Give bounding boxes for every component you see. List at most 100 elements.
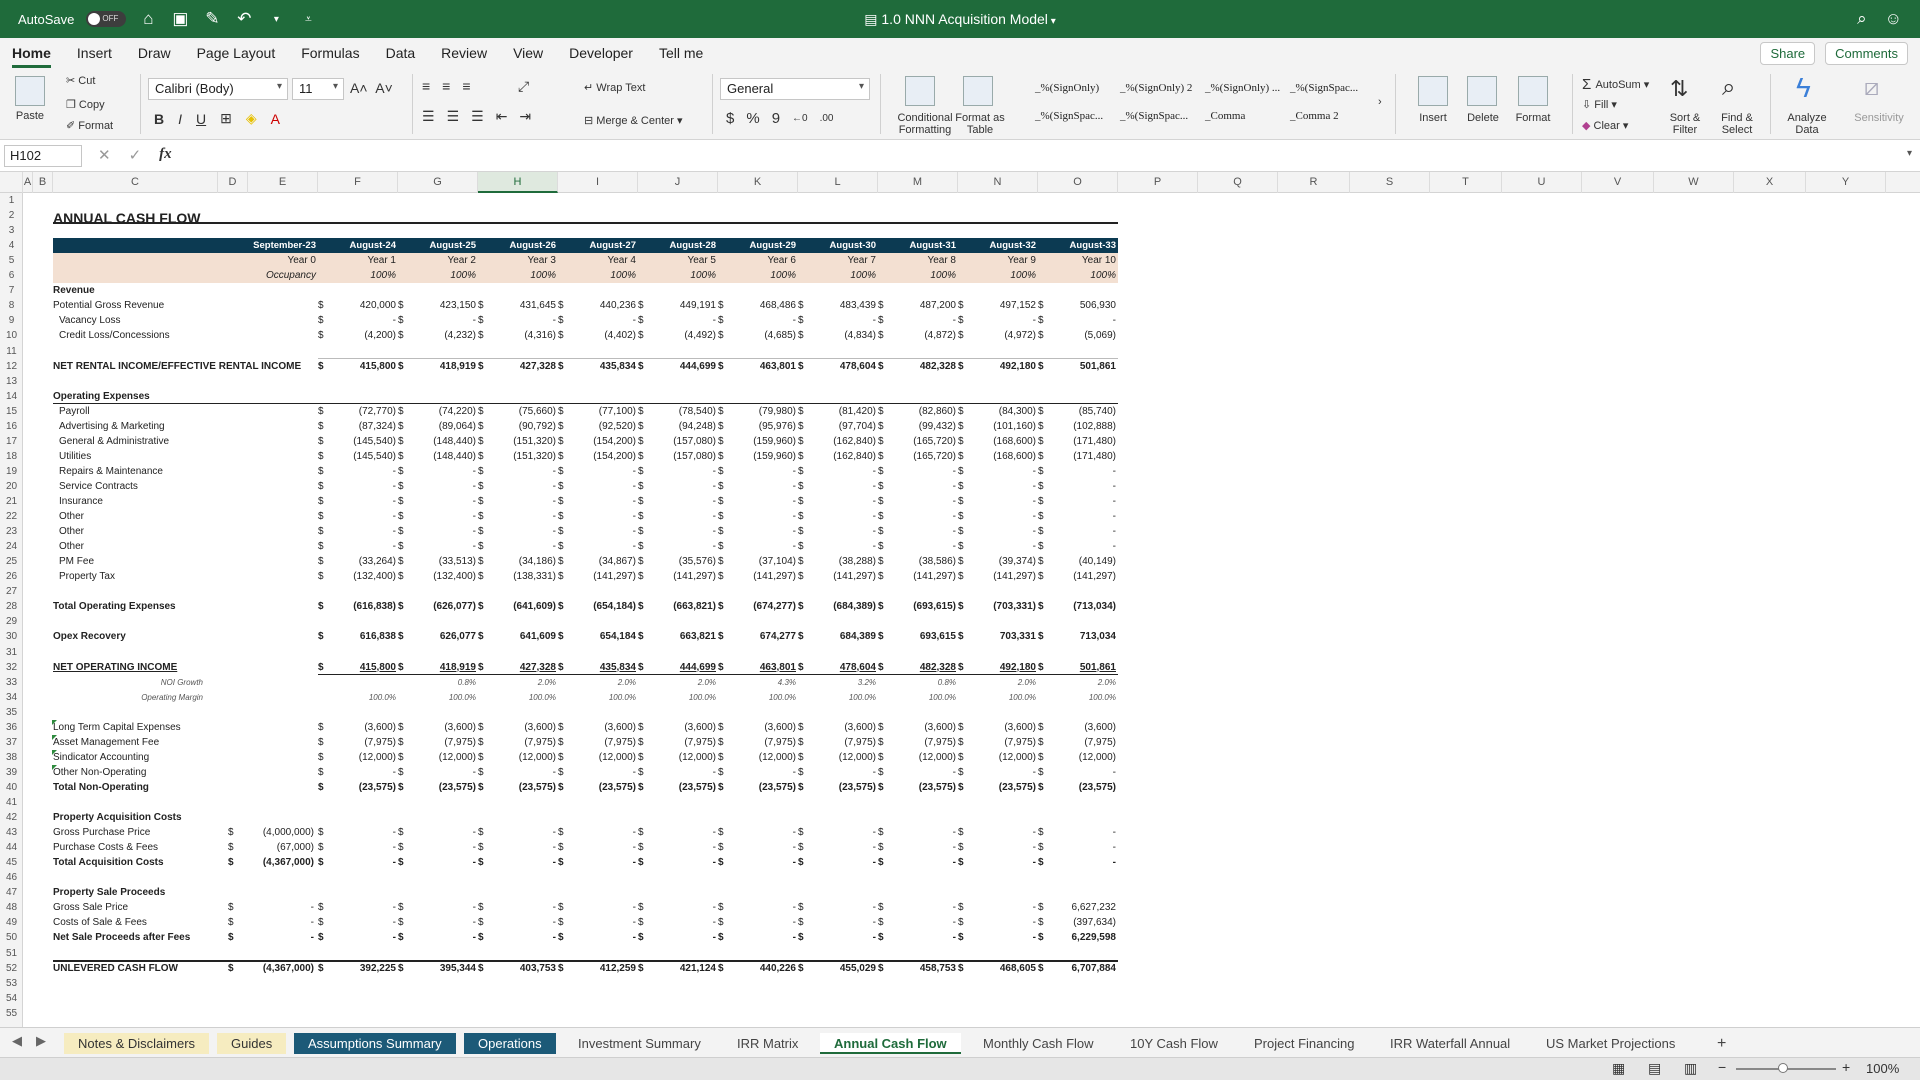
- tab-draw[interactable]: Draw: [138, 38, 171, 68]
- scroll-right-icon[interactable]: ▶: [36, 1033, 46, 1049]
- column-header-B[interactable]: B: [33, 172, 53, 193]
- worksheet-grid[interactable]: ANNUAL CASH FLOW September-23 Year 0 August…: [23, 193, 1920, 1027]
- row-header[interactable]: 34: [0, 690, 23, 705]
- merge-center-button[interactable]: ⊟ Merge & Center ▾: [584, 114, 683, 128]
- row-header[interactable]: 38: [0, 750, 23, 765]
- row-header[interactable]: 46: [0, 870, 23, 885]
- row-header[interactable]: 14: [0, 389, 23, 404]
- row-header[interactable]: 44: [0, 840, 23, 855]
- copy-button[interactable]: ❐ Copy: [66, 98, 105, 112]
- row-header[interactable]: 55: [0, 1006, 23, 1021]
- horizontal-align-group[interactable]: ☰ ☰ ☰ ⇤ ⇥: [422, 108, 531, 125]
- row-header[interactable]: 53: [0, 976, 23, 991]
- row-header[interactable]: 28: [0, 599, 23, 614]
- row-header[interactable]: 13: [0, 374, 23, 389]
- insert-cells-icon[interactable]: [1418, 76, 1448, 106]
- number-format-select[interactable]: General: [720, 78, 870, 100]
- sheet-tab-irr-waterfall-annual[interactable]: IRR Waterfall Annual: [1376, 1033, 1524, 1054]
- tab-view[interactable]: View: [513, 38, 543, 68]
- column-header-D[interactable]: D: [218, 172, 248, 193]
- fill-button[interactable]: ⇩ Fill ▾: [1582, 98, 1617, 112]
- column-header-R[interactable]: R: [1278, 172, 1350, 193]
- row-header[interactable]: 25: [0, 554, 23, 569]
- column-header-Y[interactable]: Y: [1806, 172, 1886, 193]
- row-header[interactable]: 10: [0, 328, 23, 343]
- page-layout-view-icon[interactable]: ▤: [1648, 1060, 1661, 1077]
- cell-style-item[interactable]: _%(SignOnly): [1035, 82, 1099, 94]
- cell-style-item[interactable]: _%(SignSpac...: [1120, 110, 1188, 122]
- sheet-tab-annual-cash-flow[interactable]: Annual Cash Flow: [820, 1033, 961, 1054]
- row-header[interactable]: 21: [0, 494, 23, 509]
- cell-style-item[interactable]: _%(SignSpac...: [1290, 82, 1358, 94]
- confirm-icon[interactable]: ✓: [129, 146, 142, 164]
- format-painter-button[interactable]: ✐ Format: [66, 119, 113, 133]
- paste-button[interactable]: Paste: [10, 110, 50, 122]
- column-header-U[interactable]: U: [1502, 172, 1582, 193]
- find-select-button[interactable]: Find & Select: [1712, 112, 1762, 136]
- sheet-tab-10y-cash-flow[interactable]: 10Y Cash Flow: [1116, 1033, 1232, 1054]
- cell-style-item[interactable]: _%(SignOnly) ...: [1205, 82, 1280, 94]
- normal-view-icon[interactable]: ▦: [1612, 1060, 1625, 1077]
- add-sheet-button[interactable]: +: [1703, 1033, 1740, 1054]
- format-cells-icon[interactable]: [1518, 76, 1548, 106]
- chevron-down-icon[interactable]: ▾: [1048, 16, 1056, 27]
- column-header-A[interactable]: A: [23, 172, 33, 193]
- row-header[interactable]: 18: [0, 449, 23, 464]
- row-header[interactable]: 33: [0, 675, 23, 690]
- row-header[interactable]: 49: [0, 915, 23, 930]
- row-header[interactable]: 30: [0, 629, 23, 644]
- row-header[interactable]: 27: [0, 584, 23, 599]
- cut-button[interactable]: ✂ Cut: [66, 74, 95, 88]
- format-button[interactable]: Format: [1508, 112, 1558, 124]
- sheet-tab-assumptions-summary[interactable]: Assumptions Summary: [294, 1033, 456, 1054]
- row-header[interactable]: 37: [0, 735, 23, 750]
- row-header[interactable]: 35: [0, 705, 23, 720]
- row-header[interactable]: 54: [0, 991, 23, 1006]
- sort-filter-button[interactable]: Sort & Filter: [1660, 112, 1710, 136]
- expand-formula-icon[interactable]: ▾: [1907, 148, 1912, 159]
- row-header[interactable]: 9: [0, 313, 23, 328]
- font-color-icon[interactable]: A: [271, 111, 280, 127]
- conditional-formatting-button[interactable]: Conditional Formatting: [890, 112, 960, 136]
- chevron-down-icon[interactable]: ▾: [266, 14, 286, 25]
- row-header[interactable]: 32: [0, 660, 23, 675]
- row-header[interactable]: 7: [0, 283, 23, 298]
- row-header[interactable]: 36: [0, 720, 23, 735]
- format-as-table-button[interactable]: Format as Table: [955, 112, 1005, 136]
- number-format-group[interactable]: $% 9 ←0.00: [726, 110, 834, 127]
- column-header-Q[interactable]: Q: [1198, 172, 1278, 193]
- insert-button[interactable]: Insert: [1408, 112, 1458, 124]
- edit-icon[interactable]: ✎: [202, 9, 222, 29]
- column-header-N[interactable]: N: [958, 172, 1038, 193]
- sheet-tab-irr-matrix[interactable]: IRR Matrix: [723, 1033, 812, 1054]
- row-header[interactable]: 45: [0, 855, 23, 870]
- autosum-button[interactable]: Σ AutoSum ▾: [1582, 76, 1649, 93]
- formula-input[interactable]: [170, 146, 1900, 166]
- font-size-select[interactable]: 11: [292, 78, 344, 100]
- font-name-select[interactable]: Calibri (Body): [148, 78, 288, 100]
- row-header[interactable]: 11: [0, 344, 23, 359]
- tab-insert[interactable]: Insert: [77, 38, 112, 68]
- customize-toolbar-icon[interactable]: ⩡: [298, 12, 318, 27]
- row-header[interactable]: 40: [0, 780, 23, 795]
- row-header[interactable]: 48: [0, 900, 23, 915]
- column-header-H[interactable]: H: [478, 172, 558, 193]
- sheet-tab-notes-disclaimers[interactable]: Notes & Disclaimers: [64, 1033, 210, 1054]
- row-header[interactable]: 8: [0, 298, 23, 313]
- tab-page-layout[interactable]: Page Layout: [197, 38, 276, 68]
- column-header-J[interactable]: J: [638, 172, 718, 193]
- row-header[interactable]: 50: [0, 930, 23, 945]
- row-header[interactable]: 12: [0, 359, 23, 374]
- sheet-tab-us-market-projections[interactable]: US Market Projections: [1532, 1033, 1689, 1054]
- sheet-tab-monthly-cash-flow[interactable]: Monthly Cash Flow: [969, 1033, 1108, 1054]
- row-header[interactable]: 39: [0, 765, 23, 780]
- italic-button[interactable]: I: [178, 111, 182, 127]
- cell-style-item[interactable]: _%(SignOnly) 2: [1120, 82, 1192, 94]
- cell-style-item[interactable]: _%(SignSpac...: [1035, 110, 1103, 122]
- wrap-text-button[interactable]: ↵ Wrap Text: [584, 81, 645, 95]
- column-header-V[interactable]: V: [1582, 172, 1654, 193]
- underline-button[interactable]: U: [196, 111, 206, 127]
- sensitivity-button[interactable]: Sensitivity: [1846, 112, 1912, 124]
- row-header[interactable]: 24: [0, 539, 23, 554]
- search-icon[interactable]: ⌕: [1857, 9, 1867, 29]
